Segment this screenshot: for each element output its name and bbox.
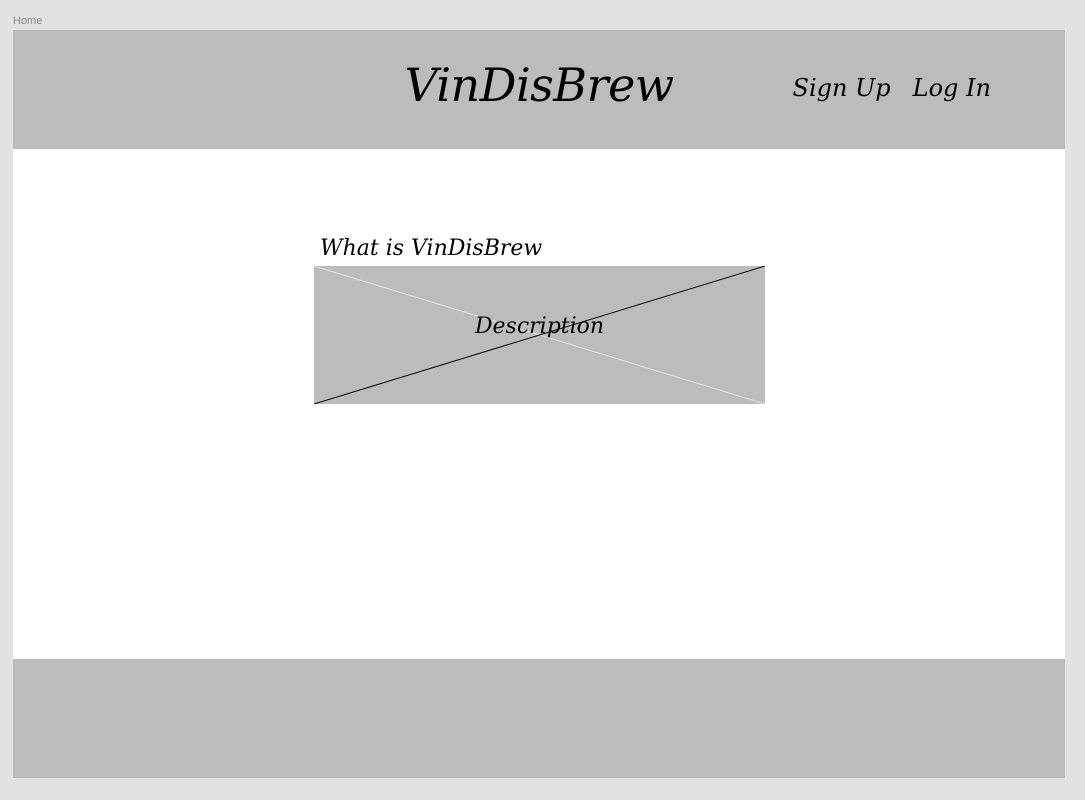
sign-up-link[interactable]: Sign Up bbox=[793, 74, 891, 102]
description-placeholder: Description bbox=[314, 266, 765, 404]
frame-label: Home bbox=[13, 15, 43, 27]
site-footer bbox=[13, 659, 1065, 778]
section-title: What is VinDisBrew bbox=[320, 236, 543, 261]
site-header: VinDisBrew Sign Up Log In bbox=[13, 30, 1065, 149]
log-in-link[interactable]: Log In bbox=[913, 74, 991, 102]
home-page: VinDisBrew Sign Up Log In What is VinDis… bbox=[13, 30, 1065, 778]
header-nav: Sign Up Log In bbox=[793, 74, 991, 102]
description-label: Description bbox=[474, 314, 605, 339]
